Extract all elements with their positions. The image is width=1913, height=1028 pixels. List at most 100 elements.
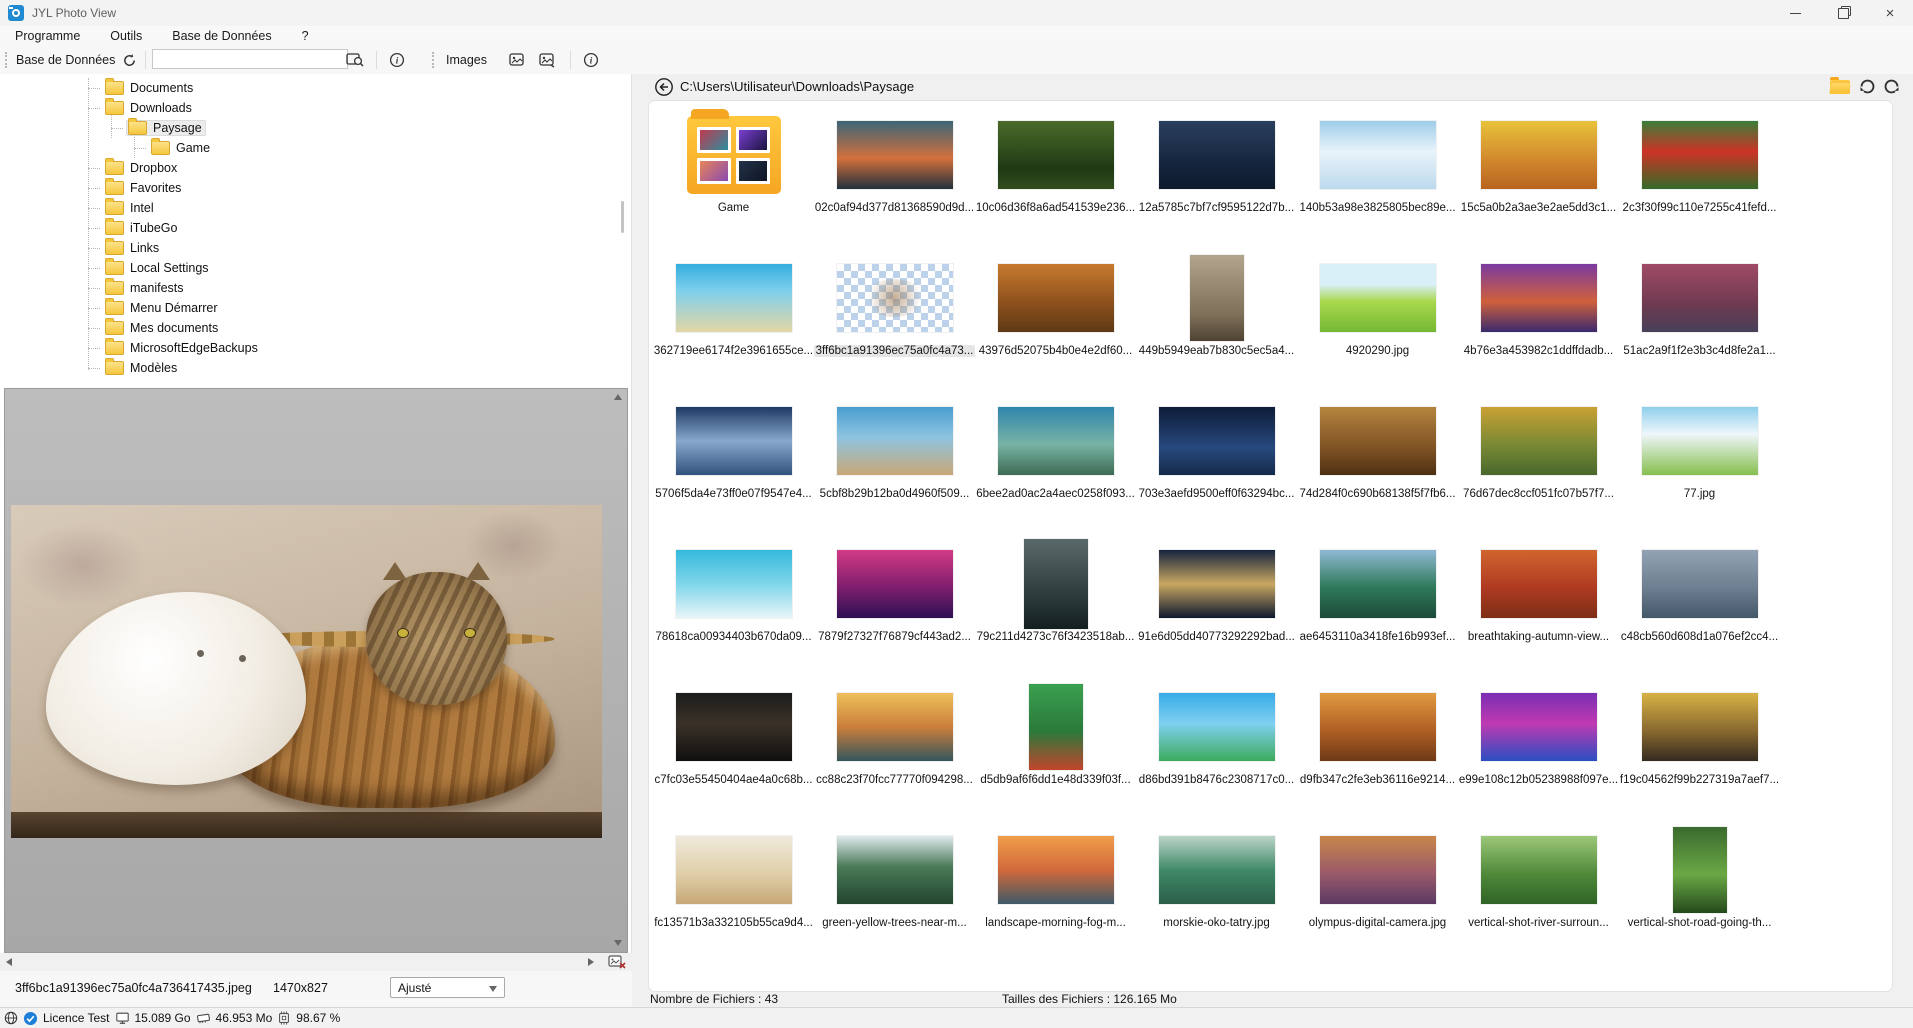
tree-item-downloads[interactable]: Downloads [0, 98, 196, 118]
db-info-button[interactable]: i [386, 50, 408, 70]
file-item-c7fc03e55450404ae4a0c68b[interactable]: c7fc03e55450404ae4a0c68b... [653, 679, 814, 822]
file-item-ae6453110a3418fe16b993ef[interactable]: ae6453110a3418fe16b993ef... [1297, 536, 1458, 679]
scroll-up-arrow-icon[interactable] [614, 394, 622, 400]
tree-scrollbar[interactable] [621, 201, 624, 233]
file-item-74d284f0c690b68138f5f7fb6[interactable]: 74d284f0c690b68138f5f7fb6... [1297, 393, 1458, 536]
redo-rotate-button[interactable] [1882, 77, 1901, 96]
file-item-02c0af94d377d81368590d9d[interactable]: 02c0af94d377d81368590d9d... [814, 107, 975, 250]
file-item-362719ee6174f2e3961655ce[interactable]: 362719ee6174f2e3961655ce... [653, 250, 814, 393]
file-item-703e3aefd9500eff0f63294bc[interactable]: 703e3aefd9500eff0f63294bc... [1136, 393, 1297, 536]
search-input[interactable] [152, 49, 348, 69]
tree-item-menu-d-marrer[interactable]: Menu Démarrer [0, 298, 222, 318]
tree-item-microsoftedgebackups[interactable]: MicrosoftEdgeBackups [0, 338, 262, 358]
file-item-fc13571b3a332105b55ca9d4[interactable]: fc13571b3a332105b55ca9d4... [653, 822, 814, 965]
back-button[interactable] [654, 77, 674, 97]
file-item-f19c04562f99b227319a7aef7[interactable]: f19c04562f99b227319a7aef7... [1619, 679, 1780, 822]
file-item-5cbf8b29b12ba0d4960f509[interactable]: 5cbf8b29b12ba0d4960f509... [814, 393, 975, 536]
tree-item-intel[interactable]: Intel [0, 198, 158, 218]
scroll-right-arrow-icon[interactable] [588, 958, 594, 966]
menu-help[interactable]: ? [287, 29, 324, 43]
file-item-vertical-shot-river-surroun[interactable]: vertical-shot-river-surroun... [1458, 822, 1619, 965]
thumb-wrap [1136, 536, 1297, 632]
tree-item-mod-les[interactable]: Modèles [0, 358, 181, 378]
refresh-db-button[interactable] [118, 50, 140, 70]
file-item-43976d52075b4b0e4e2df60[interactable]: 43976d52075b4b0e4e2df60... [975, 250, 1136, 393]
refresh-view-button[interactable] [1858, 77, 1877, 96]
file-item-6bee2ad0ac2a4aec0258f093[interactable]: 6bee2ad0ac2a4aec0258f093... [975, 393, 1136, 536]
tree-item-dropbox[interactable]: Dropbox [0, 158, 181, 178]
file-item-green-yellow-trees-near-m[interactable]: green-yellow-trees-near-m... [814, 822, 975, 965]
file-label: f19c04562f99b227319a7aef7... [1619, 774, 1780, 786]
file-item-partial[interactable] [653, 965, 814, 992]
preview-image[interactable] [11, 505, 602, 838]
path-bar: C:\Users\Utilisateur\Downloads\Paysage [632, 74, 1913, 100]
fit-mode-select[interactable]: Ajusté [390, 977, 505, 998]
file-item-15c5a0b2a3ae3e2ae5dd3c1[interactable]: 15c5a0b2a3ae3e2ae5dd3c1... [1458, 107, 1619, 250]
file-item-d9fb347c2fe3eb36116e9214[interactable]: d9fb347c2fe3eb36116e9214... [1297, 679, 1458, 822]
search-image-button[interactable] [344, 50, 366, 70]
file-item-5706f5da4e73ff0e07f9547e4[interactable]: 5706f5da4e73ff0e07f9547e4... [653, 393, 814, 536]
file-item-140b53a98e3825805bec89e[interactable]: 140b53a98e3825805bec89e... [1297, 107, 1458, 250]
toolbar-grip[interactable] [432, 52, 434, 68]
file-item-78618ca00934403b670da09[interactable]: 78618ca00934403b670da09... [653, 536, 814, 679]
preview-h-scrollbar[interactable] [0, 953, 632, 971]
file-item-4920290-jpg[interactable]: 4920290.jpg [1297, 250, 1458, 393]
file-item-77-jpg[interactable]: 77.jpg [1619, 393, 1780, 536]
menu-outils[interactable]: Outils [95, 29, 157, 43]
file-item-4b76e3a453982c1ddffdadb[interactable]: 4b76e3a453982c1ddffdadb... [1458, 250, 1619, 393]
tree-item-game[interactable]: Game [0, 138, 214, 158]
menu-programme[interactable]: Programme [0, 29, 95, 43]
images-info-button[interactable]: i [580, 50, 602, 70]
file-item-breathtaking-autumn-view[interactable]: breathtaking-autumn-view... [1458, 536, 1619, 679]
scroll-down-arrow-icon[interactable] [614, 940, 622, 946]
remove-image-button[interactable] [608, 954, 626, 970]
file-item-91e6d05dd40773292292bad[interactable]: 91e6d05dd40773292292bad... [1136, 536, 1297, 679]
file-item-51ac2a9f1f2e3b3c4d8fe2a1[interactable]: 51ac2a9f1f2e3b3c4d8fe2a1... [1619, 250, 1780, 393]
file-item-cc88c23f70fcc77770f094298[interactable]: cc88c23f70fcc77770f094298... [814, 679, 975, 822]
file-item-10c06d36f8a6ad541539e236[interactable]: 10c06d36f8a6ad541539e236... [975, 107, 1136, 250]
open-folder-button[interactable] [1830, 80, 1850, 94]
file-item-449b5949eab7b830c5ec5a4[interactable]: 449b5949eab7b830c5ec5a4... [1136, 250, 1297, 393]
file-item-morskie-oko-tatry-jpg[interactable]: morskie-oko-tatry.jpg [1136, 822, 1297, 965]
file-label: d86bd391b8476c2308717c0... [1136, 774, 1297, 786]
thumb-wrap [653, 393, 814, 489]
file-item-79c211d4273c76f3423518ab[interactable]: 79c211d4273c76f3423518ab... [975, 536, 1136, 679]
scroll-left-arrow-icon[interactable] [6, 958, 12, 966]
folder-item-game[interactable]: Game [653, 107, 814, 250]
file-item-vertical-shot-road-going-th[interactable]: vertical-shot-road-going-th... [1619, 822, 1780, 965]
file-item-d86bd391b8476c2308717c0[interactable]: d86bd391b8476c2308717c0... [1136, 679, 1297, 822]
thumbnail-image [837, 121, 953, 189]
image-edit-button[interactable] [536, 50, 558, 70]
file-item-7879f27327f76879cf443ad2[interactable]: 7879f27327f76879cf443ad2... [814, 536, 975, 679]
tree-item-content: manifests [103, 280, 188, 296]
file-item-3ff6bc1a91396ec75a0fc4a73[interactable]: 3ff6bc1a91396ec75a0fc4a73... [814, 250, 975, 393]
file-item-76d67dec8ccf051fc07b57f7[interactable]: 76d67dec8ccf051fc07b57f7... [1458, 393, 1619, 536]
tree-item-itubego[interactable]: iTubeGo [0, 218, 181, 238]
file-item-olympus-digital-camera-jpg[interactable]: olympus-digital-camera.jpg [1297, 822, 1458, 965]
file-item-e99e108c12b05238988f097e[interactable]: e99e108c12b05238988f097e... [1458, 679, 1619, 822]
file-label: 91e6d05dd40773292292bad... [1136, 631, 1297, 643]
tree-item-content: Modèles [103, 360, 181, 376]
tree-connector [88, 268, 100, 269]
restore-button[interactable] [1820, 0, 1866, 26]
file-item-2c3f30f99c110e7255c41fefd[interactable]: 2c3f30f99c110e7255c41fefd... [1619, 107, 1780, 250]
close-button[interactable]: × [1867, 0, 1913, 26]
file-item-c48cb560d608d1a076ef2cc4[interactable]: c48cb560d608d1a076ef2cc4... [1619, 536, 1780, 679]
file-item-12a5785c7bf7cf9595122d7b[interactable]: 12a5785c7bf7cf9595122d7b... [1136, 107, 1297, 250]
toolbar-grip[interactable] [5, 52, 7, 68]
thumb-wrap [653, 536, 814, 632]
minimize-button[interactable] [1772, 0, 1818, 26]
tree-item-manifests[interactable]: manifests [0, 278, 188, 298]
tree-item-local-settings[interactable]: Local Settings [0, 258, 213, 278]
tree-item-documents[interactable]: Documents [0, 78, 197, 98]
license-label: Licence Test [43, 1011, 110, 1025]
tree-item-paysage[interactable]: Paysage [0, 118, 206, 138]
tree-item-mes-documents[interactable]: Mes documents [0, 318, 222, 338]
back-arrow-icon [654, 77, 674, 97]
tree-item-favorites[interactable]: Favorites [0, 178, 185, 198]
tree-item-links[interactable]: Links [0, 238, 163, 258]
file-item-d5db9af6f6dd1e48d339f03f[interactable]: d5db9af6f6dd1e48d339f03f... [975, 679, 1136, 822]
menu-base-de-donnees[interactable]: Base de Données [157, 29, 286, 43]
file-item-landscape-morning-fog-m[interactable]: landscape-morning-fog-m... [975, 822, 1136, 965]
image-action-button[interactable] [506, 50, 528, 70]
